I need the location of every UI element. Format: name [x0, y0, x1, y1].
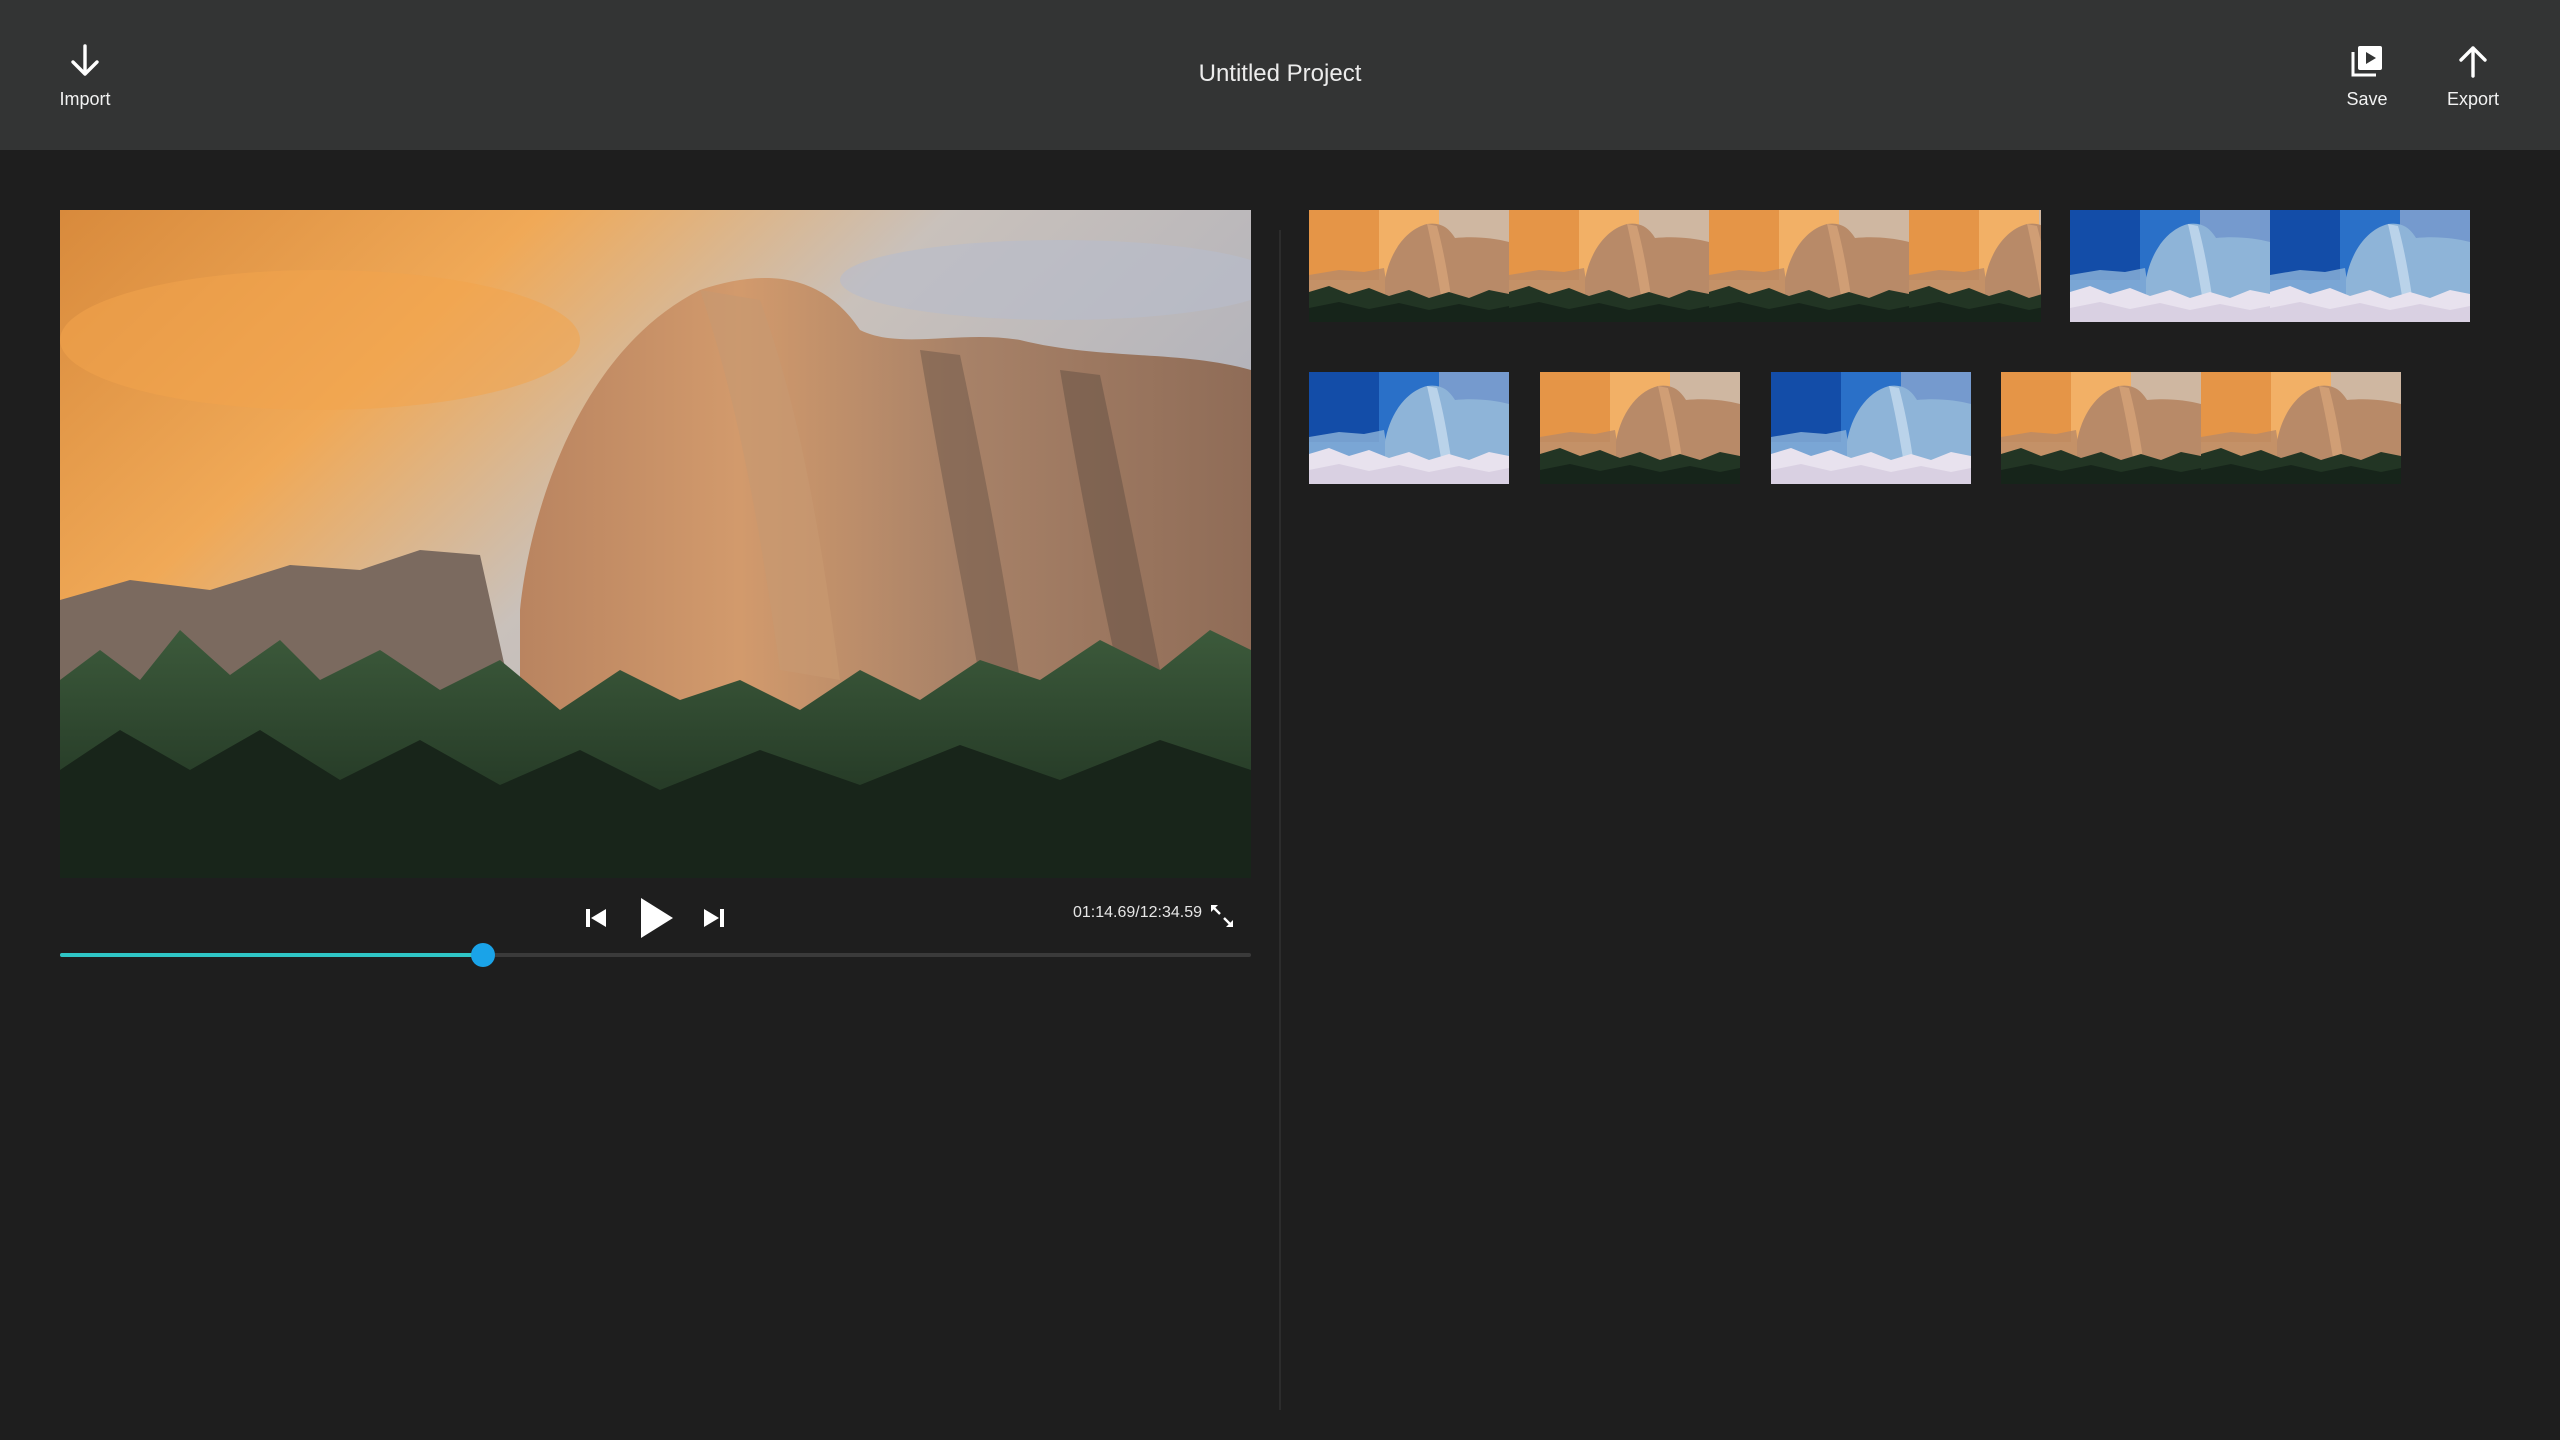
clip-frame-image: [1771, 372, 1971, 484]
progress-fill: [60, 953, 483, 957]
timeline-clip[interactable]: [2070, 210, 2500, 322]
clip-frame-image: [1309, 372, 1509, 484]
timeline-clip[interactable]: [2001, 372, 2401, 484]
save-video-icon: [2351, 45, 2382, 76]
top-toolbar: Import Untitled Project Save Export: [0, 0, 2560, 150]
preview-landscape-image: [60, 210, 1251, 878]
clip-frame: [1540, 372, 1740, 484]
clip-frame-image: [2270, 210, 2470, 322]
clip-frame: [2001, 372, 2201, 484]
timeline-clip[interactable]: [1309, 372, 1509, 484]
skip-next-icon: [704, 909, 724, 927]
clip-frame: [1771, 372, 1971, 484]
timeline-clip[interactable]: [1540, 372, 1740, 484]
clip-frame: [1309, 372, 1509, 484]
play-button[interactable]: [628, 892, 680, 944]
skip-next-button[interactable]: [698, 902, 730, 934]
arrow-up-icon: [2459, 45, 2487, 78]
skip-previous-button[interactable]: [580, 902, 612, 934]
clip-frame: [2070, 210, 2270, 322]
clip-frame-image: [1509, 210, 1709, 322]
skip-previous-icon: [586, 909, 606, 927]
clip-frame: [2270, 210, 2470, 322]
fullscreen-icon: [1211, 905, 1233, 927]
progress-slider[interactable]: [60, 940, 1251, 970]
clip-frame-image: [1709, 210, 1909, 322]
video-preview[interactable]: [60, 210, 1251, 878]
panel-divider: [1279, 230, 1281, 1410]
save-label: Save: [2346, 88, 2388, 109]
timecode-display: 01:14.69/12:34.59: [1072, 904, 1202, 921]
clip-frame-image: [1309, 210, 1509, 322]
save-button[interactable]: Save: [2322, 0, 2412, 150]
fullscreen-button[interactable]: [1208, 902, 1236, 930]
export-button[interactable]: Export: [2428, 0, 2518, 150]
clip-frame-image: [2070, 210, 2270, 322]
clip-frame: [1909, 210, 2041, 322]
project-title: Untitled Project: [1198, 60, 1362, 87]
clip-frame-image: [2201, 372, 2401, 484]
clip-frame: [2201, 372, 2401, 484]
progress-thumb[interactable]: [470, 943, 495, 967]
clip-frame: [1709, 210, 1909, 322]
timeline-clip[interactable]: [1771, 372, 1971, 484]
clip-frame-image: [2001, 372, 2201, 484]
play-icon: [641, 898, 673, 938]
clip-frame-image: [1909, 210, 2041, 322]
clip-frame-image: [1540, 372, 1740, 484]
clip-frame: [1309, 210, 1509, 322]
timeline-clip[interactable]: [1309, 210, 2041, 322]
export-label: Export: [2446, 88, 2500, 109]
clip-frame: [1509, 210, 1709, 322]
